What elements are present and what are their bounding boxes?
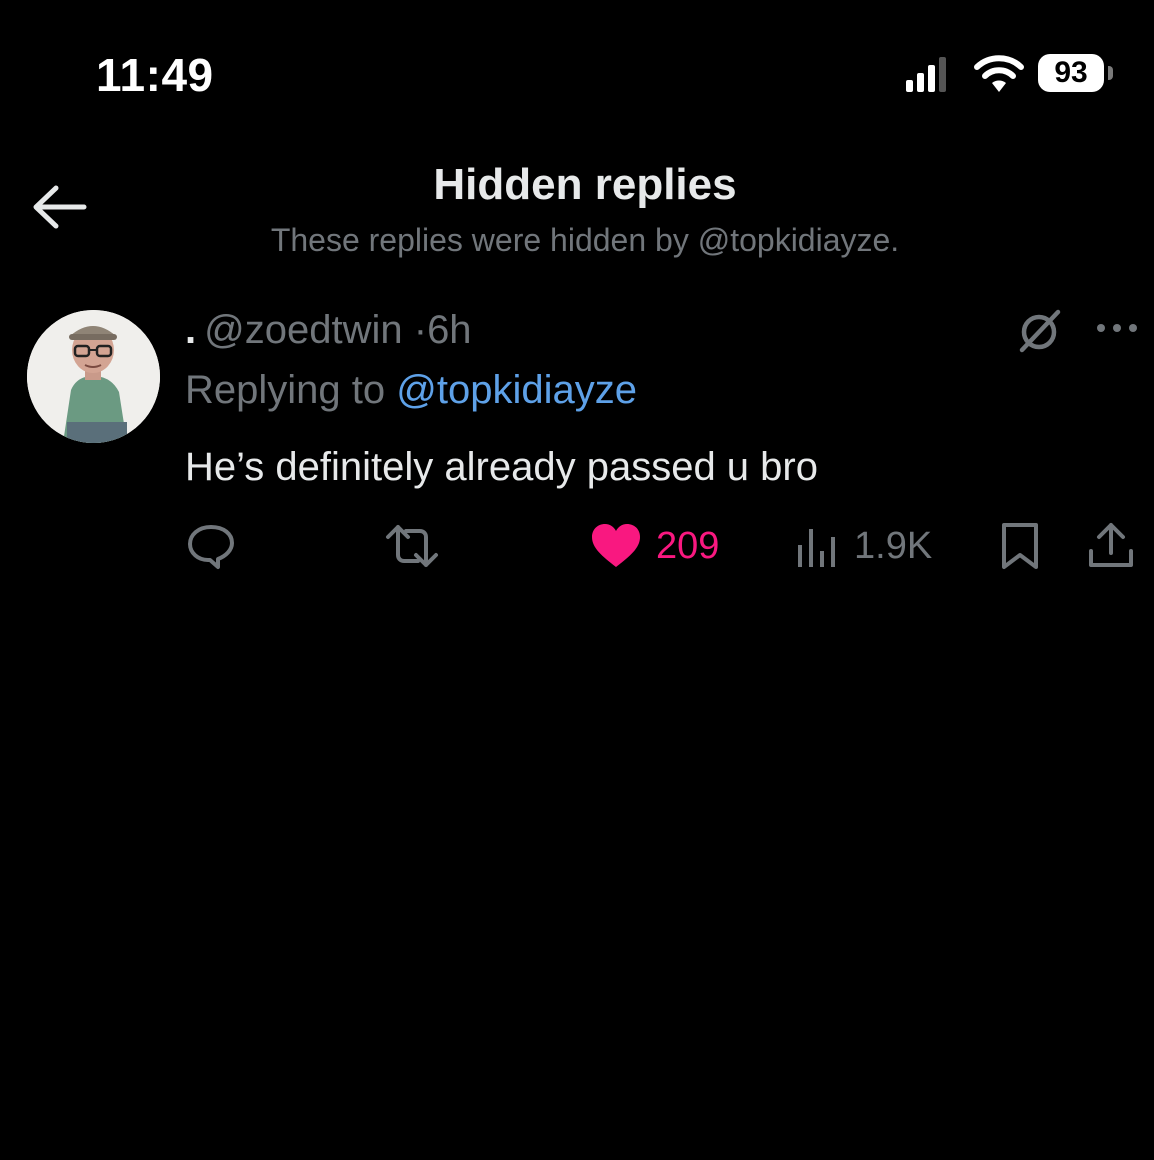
signal-icon <box>906 57 946 92</box>
share-icon <box>1089 523 1133 567</box>
wifi-icon <box>974 55 1024 92</box>
replying-to-line: Replying to @topkidiayze <box>185 368 637 413</box>
heart-icon <box>592 524 640 567</box>
more-icon[interactable] <box>1094 316 1140 340</box>
tweet-author-line: . @zoedtwin ·6h <box>185 308 472 353</box>
retweet-button[interactable] <box>384 520 440 572</box>
views-button[interactable]: 1.9K <box>796 520 932 572</box>
author-display-name[interactable]: . <box>185 308 196 352</box>
like-button[interactable]: 209 <box>590 520 719 572</box>
replying-mention[interactable]: @topkidiayze <box>396 368 637 412</box>
hidden-reply-icon[interactable] <box>1014 306 1064 356</box>
bookmark-button[interactable] <box>998 520 1042 572</box>
views-count: 1.9K <box>854 524 933 567</box>
share-button[interactable] <box>1086 520 1136 572</box>
retweet-icon <box>386 525 438 567</box>
tweet-text: He’s definitely already passed u bro <box>185 445 818 489</box>
bookmark-icon <box>1002 523 1038 569</box>
replying-prefix: Replying to <box>185 368 386 412</box>
page-subtitle: These replies were hidden by @topkidiayz… <box>270 222 900 258</box>
separator: · <box>413 308 428 352</box>
author-handle[interactable]: @zoedtwin <box>204 308 402 352</box>
status-time: 11:49 <box>96 49 214 101</box>
page-title: Hidden replies <box>433 160 737 209</box>
views-icon <box>798 529 835 567</box>
reply-button[interactable] <box>186 520 236 572</box>
avatar[interactable] <box>27 310 160 443</box>
like-count: 209 <box>656 524 720 567</box>
battery-icon: 93 <box>1038 54 1118 94</box>
battery-level: 93 <box>1038 54 1104 92</box>
tweet-time[interactable]: 6h <box>427 308 472 352</box>
reply-icon <box>188 525 234 569</box>
